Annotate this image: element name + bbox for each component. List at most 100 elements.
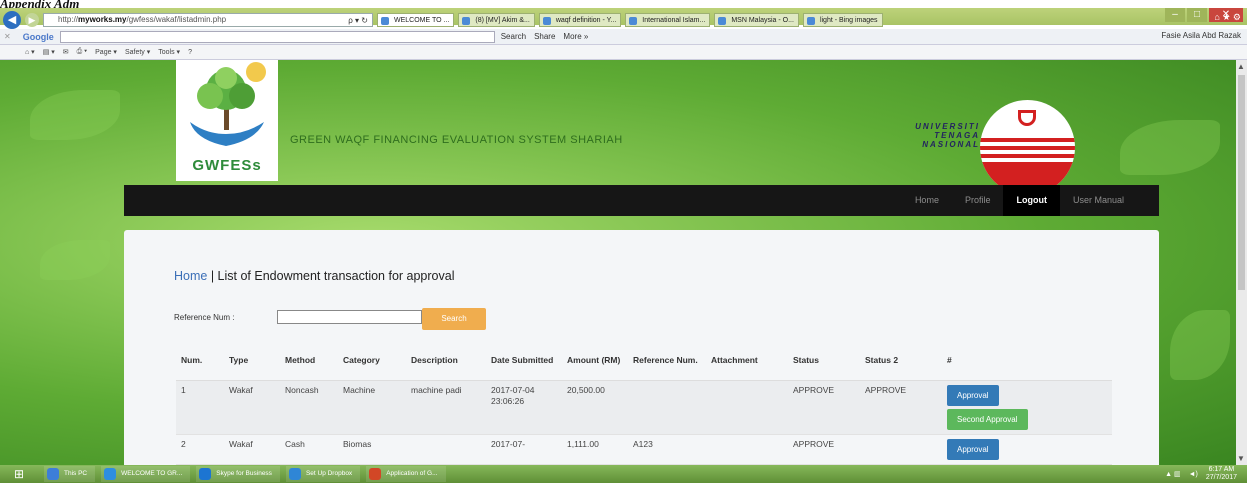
url-host: myworks.my [78, 15, 127, 24]
col-status-2: Status 2 [860, 340, 942, 381]
approval-button[interactable]: Approval [947, 438, 999, 460]
taskbar-item-powerpoint[interactable]: Application of G... [366, 466, 446, 482]
feeds-icon[interactable]: ▤ ▾ [43, 48, 55, 56]
university-line: UNIVERSITI [915, 122, 980, 131]
content-panel: Home | List of Endowment transaction for… [124, 230, 1159, 465]
back-button[interactable]: ◀ [3, 11, 21, 29]
tab-mv-akim[interactable]: (8) [MV] Akim &... [458, 13, 535, 27]
google-account[interactable]: Fasie Asila Abd Razak [1161, 31, 1241, 40]
col-actions: # [942, 340, 1112, 381]
minimize-button[interactable]: – [1165, 8, 1185, 22]
dropbox-icon [288, 468, 301, 480]
breadcrumb-home-link[interactable]: Home [174, 269, 207, 283]
clock-date: 27/7/2017 [1205, 474, 1237, 481]
col-method: Method [280, 340, 338, 381]
page-menu[interactable]: Page ▾ [95, 48, 117, 56]
cell-attachment [706, 434, 788, 465]
tab-light-bing[interactable]: light - Bing images [802, 13, 883, 27]
close-toolbar-icon[interactable]: ✕ [4, 32, 11, 41]
approval-button[interactable]: Approval [947, 384, 999, 406]
forward-button[interactable]: ▶ [25, 13, 39, 27]
google-search-button[interactable]: Search [501, 32, 526, 41]
col-attachment: Attachment [706, 340, 788, 381]
shield-icon [1018, 110, 1036, 126]
taskbar-label: This PC [64, 470, 88, 477]
google-more-button[interactable]: More » [563, 32, 588, 41]
taskbar-item-ie[interactable]: WELCOME TO GR... [101, 466, 191, 482]
taskbar-item-dropbox[interactable]: Set Up Dropbox [285, 466, 361, 482]
page-scrollbar[interactable]: ▲ ▼ [1236, 60, 1247, 465]
home-icon[interactable]: ⌂ ▾ [25, 48, 35, 56]
clock[interactable]: 6:17 AM 27/7/2017 [1206, 466, 1237, 482]
url-prefix: http:// [58, 15, 79, 24]
address-bar[interactable]: http://myworks.my/gwfess/wakaf/listadmin… [43, 13, 373, 27]
transactions-table: Num. Type Method Category Description Da… [176, 340, 1112, 465]
help-menu[interactable]: ? [188, 49, 192, 56]
mail-icon[interactable]: ✉ [63, 48, 69, 56]
nav-profile[interactable]: Profile [952, 185, 1004, 216]
tab-international-islamic[interactable]: International Islam... [625, 13, 711, 27]
nav-logout[interactable]: Logout [1003, 185, 1060, 216]
background-leaf [1170, 310, 1230, 380]
breadcrumb-separator: | [207, 269, 218, 283]
computer-icon [47, 468, 59, 480]
cell-category: Biomas [338, 434, 406, 465]
system-tray: ▲ ▥ ◄) 6:17 AM 27/7/2017 [1165, 465, 1237, 483]
university-line: NASIONAL [922, 140, 980, 149]
volume-icon[interactable]: ◄) [1189, 471, 1198, 478]
nav-items: Home Profile Logout User Manual [902, 185, 1137, 216]
scrollbar-thumb[interactable] [1238, 75, 1245, 290]
cell-num: 2 [176, 434, 224, 465]
google-logo: Google [22, 31, 54, 42]
logo-text: GWFESs [192, 157, 262, 174]
tree-hands-icon [190, 62, 266, 146]
col-amount: Amount (RM) [562, 340, 628, 381]
col-description: Description [406, 340, 486, 381]
scroll-down-icon[interactable]: ▼ [1237, 454, 1245, 463]
scroll-up-icon[interactable]: ▲ [1237, 62, 1245, 71]
maximize-button[interactable]: □ [1187, 8, 1207, 22]
google-search-input[interactable] [59, 30, 495, 43]
taskbar-item-skype[interactable]: Skype for Business [196, 466, 280, 482]
gwfess-logo: GWFESs [176, 60, 278, 181]
web-page: GWFESs GREEN WAQF FINANCING EVALUATION S… [0, 60, 1236, 465]
page-heading: List of Endowment transaction for approv… [217, 269, 455, 283]
command-bar: ⌂ ▾ ▤ ▾ ✉ ⎙ ▾ Page ▾ Safety ▾ Tools ▾ ? [0, 45, 1247, 60]
site-navbar: Home Profile Logout User Manual [124, 185, 1159, 216]
taskbar-label: Set Up Dropbox [305, 470, 353, 477]
cell-status: APPROVE [788, 434, 860, 465]
tools-menu[interactable]: Tools ▾ [158, 48, 180, 56]
print-icon[interactable]: ⎙ ▾ [77, 48, 88, 56]
cell-description [406, 434, 486, 465]
cell-amount: 1,111.00 [562, 434, 628, 465]
table-row: 1 Wakaf Noncash Machine machine padi 201… [176, 380, 1112, 435]
table-header-row: Num. Type Method Category Description Da… [176, 340, 1112, 381]
windows-start-icon[interactable]: ⊞ [0, 465, 38, 483]
powerpoint-icon [369, 468, 382, 480]
tab-waqf-definition[interactable]: waqf definition - Y... [538, 13, 622, 27]
second-approval-button[interactable]: Second Approval [947, 408, 1028, 430]
url-path: /gwfess/wakaf/listadmin.php [126, 15, 227, 24]
cell-status-2 [860, 434, 942, 465]
nav-user-manual[interactable]: User Manual [1060, 185, 1137, 216]
google-share-button[interactable]: Share [534, 32, 555, 41]
nav-home[interactable]: Home [902, 185, 952, 216]
table-row: 2 Wakaf Cash Biomas 2017-07- 1,111.00 A1… [176, 434, 1112, 465]
taskbar-item-this-pc[interactable]: This PC [44, 466, 96, 482]
safety-menu[interactable]: Safety ▾ [125, 48, 150, 56]
browser-home-favorites-tools[interactable]: ⌂ ★ ⚙ [1214, 12, 1241, 23]
address-controls[interactable]: ρ ▾ ↻ [348, 15, 368, 26]
reference-num-input[interactable] [277, 310, 422, 324]
network-icon[interactable]: ▲ ▥ [1165, 470, 1181, 478]
cell-description: machine padi [406, 380, 486, 435]
google-toolbar: ✕ Google Search Share More » Fasie Asila… [0, 29, 1247, 45]
skype-icon [199, 468, 212, 480]
search-button[interactable]: Search [422, 308, 486, 330]
col-status: Status [788, 340, 860, 381]
tab-msn-malaysia[interactable]: MSN Malaysia - O... [714, 13, 799, 27]
internet-explorer-icon [104, 468, 117, 480]
site-title: GREEN WAQF FINANCING EVALUATION SYSTEM S… [290, 134, 623, 146]
cell-type: Wakaf [224, 380, 280, 435]
tab-welcome[interactable]: WELCOME TO ... [377, 13, 455, 27]
page-title: Home | List of Endowment transaction for… [174, 269, 454, 283]
